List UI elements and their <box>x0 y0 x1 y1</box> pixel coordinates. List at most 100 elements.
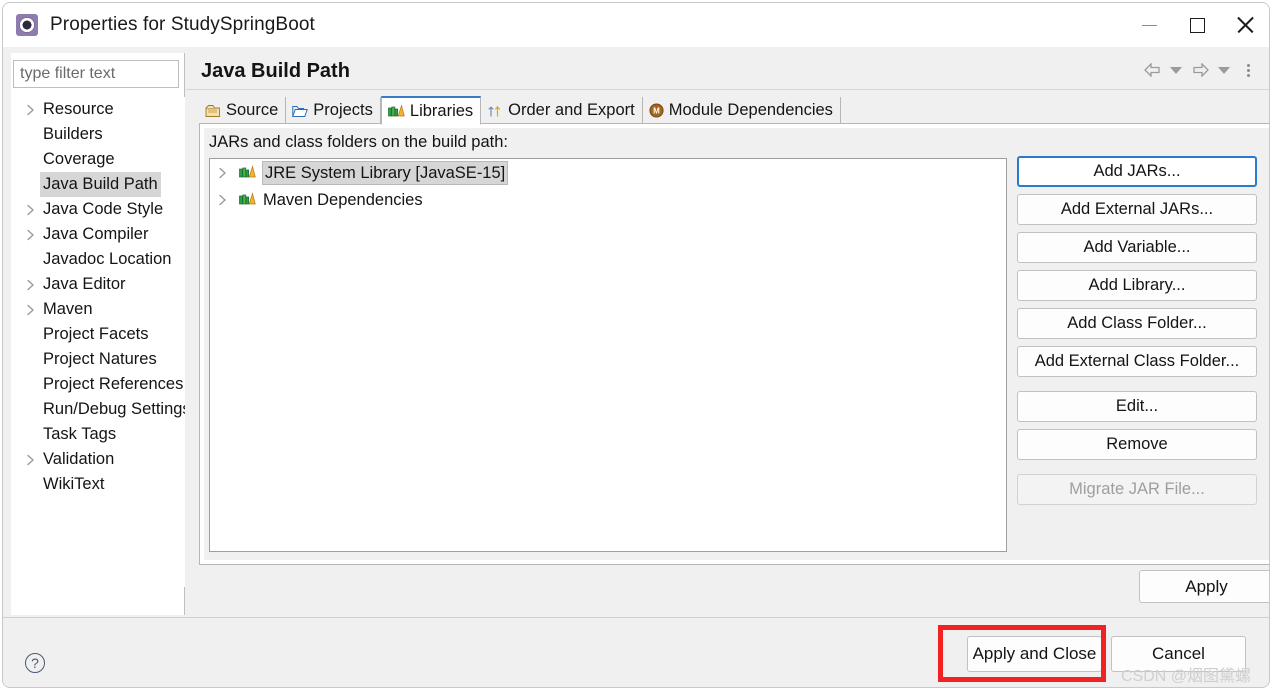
sidebar-item-label: Java Code Style <box>43 200 164 218</box>
sidebar-item-label: Run/Debug Settings <box>43 400 185 418</box>
tab-label: Module Dependencies <box>668 101 833 119</box>
add-library-button[interactable]: Add Library... <box>1017 270 1257 301</box>
jar-list-item-label: JRE System Library [JavaSE-15] <box>261 160 509 185</box>
add-jars-button[interactable]: Add JARs... <box>1017 156 1257 187</box>
sidebar-item-run-debug-settings[interactable]: Run/Debug Settings <box>11 397 185 422</box>
back-arrow-icon[interactable] <box>1141 58 1163 82</box>
filter-placeholder: type filter text <box>20 65 116 82</box>
edit-button[interactable]: Edit... <box>1017 391 1257 422</box>
tab-libraries[interactable]: Libraries <box>380 96 482 125</box>
add-external-jars-button[interactable]: Add External JARs... <box>1017 194 1257 225</box>
chevron-right-icon[interactable] <box>218 167 239 179</box>
jar-list-item[interactable]: Maven Dependencies <box>210 186 1006 213</box>
sidebar-item-java-code-style[interactable]: Java Code Style <box>11 197 185 222</box>
jar-list-item[interactable]: JRE System Library [JavaSE-15] <box>210 159 1006 186</box>
sidebar-item-label: Java Editor <box>43 275 126 293</box>
sidebar-item-java-build-path[interactable]: Java Build Path <box>11 172 185 197</box>
chevron-right-icon[interactable] <box>26 454 43 466</box>
sidebar-item-validation[interactable]: Validation <box>11 447 185 472</box>
more-menu-icon[interactable] <box>1237 58 1259 82</box>
tab-module-dependencies[interactable]: M Module Dependencies <box>642 97 841 124</box>
sidebar-item-label: Coverage <box>43 150 115 168</box>
sidebar-item-project-natures[interactable]: Project Natures <box>11 347 185 372</box>
gear-icon <box>16 14 38 36</box>
list-caption: JARs and class folders on the build path… <box>209 133 509 151</box>
settings-tree[interactable]: Resource Builders Coverage Java Build Path J… <box>11 97 185 587</box>
sidebar-item-label: Maven <box>43 300 93 318</box>
sidebar-item-maven[interactable]: Maven <box>11 297 185 322</box>
sidebar-item-java-editor[interactable]: Java Editor <box>11 272 185 297</box>
maximize-icon <box>1189 17 1205 33</box>
folder-icon <box>292 104 309 118</box>
order-arrows-icon <box>487 104 503 118</box>
minimize-button[interactable] <box>1125 3 1173 47</box>
close-button[interactable] <box>1221 3 1269 47</box>
sidebar-item-label: Javadoc Location <box>43 250 172 268</box>
filter-input[interactable]: type filter text <box>13 60 179 88</box>
chevron-right-icon[interactable] <box>26 229 43 241</box>
sidebar-item-label: Resource <box>43 100 114 118</box>
sidebar-item-label: Validation <box>43 450 115 468</box>
watermark: CSDN @烟图黛螺 <box>1121 668 1252 685</box>
tab-label: Libraries <box>409 101 474 120</box>
dialog-footer: ? Apply and Close Cancel <box>3 617 1269 687</box>
maximize-button[interactable] <box>1173 3 1221 47</box>
chevron-right-icon[interactable] <box>26 304 43 316</box>
tab-source[interactable]: Source <box>199 97 287 124</box>
add-variable-button[interactable]: Add Variable... <box>1017 232 1257 263</box>
sidebar-item-label: Project References <box>43 375 184 393</box>
sidebar-item-java-compiler[interactable]: Java Compiler <box>11 222 185 247</box>
title-divider <box>186 89 1269 90</box>
add-class-folder-button[interactable]: Add Class Folder... <box>1017 308 1257 339</box>
sidebar-item-label: WikiText <box>43 475 105 493</box>
books-icon <box>239 192 256 207</box>
sidebar-item-coverage[interactable]: Coverage <box>11 147 185 172</box>
jar-list-item-label: Maven Dependencies <box>263 190 423 209</box>
forward-arrow-icon[interactable] <box>1189 58 1211 82</box>
chevron-down-icon-forward[interactable] <box>1213 58 1235 82</box>
sidebar-item-label: Task Tags <box>43 425 117 443</box>
tab-projects[interactable]: Projects <box>286 97 381 124</box>
dialog-body: type filter text Resource Builders Coverag… <box>3 47 1269 651</box>
sidebar-item-label: Project Facets <box>43 325 149 343</box>
help-icon[interactable]: ? <box>25 653 45 673</box>
books-icon <box>388 103 405 119</box>
sidebar-item-javadoc-location[interactable]: Javadoc Location <box>11 247 185 272</box>
library-actions: Add JARs... Add External JARs... Add Varia… <box>1017 156 1263 512</box>
minimize-icon <box>1141 24 1157 26</box>
chevron-down-icon-back[interactable] <box>1165 58 1187 82</box>
chevron-right-icon[interactable] <box>26 204 43 216</box>
apply-button[interactable]: Apply <box>1139 570 1269 603</box>
sidebar-item-wikitext[interactable]: WikiText <box>11 472 185 497</box>
page-title: Java Build Path <box>201 60 350 82</box>
sidebar-item-label: Java Build Path <box>40 172 161 197</box>
close-icon <box>1236 16 1254 34</box>
tab-label: Projects <box>313 101 373 119</box>
sidebar-item-project-facets[interactable]: Project Facets <box>11 322 185 347</box>
apply-row: Apply <box>199 570 1269 608</box>
sidebar-item-label: Project Natures <box>43 350 157 368</box>
window-title: Properties for StudySpringBoot <box>50 14 315 35</box>
settings-page: Java Build Path Source Projects Librarie… <box>186 47 1269 617</box>
tab-label: Order and Export <box>508 101 635 119</box>
books-icon <box>239 165 256 180</box>
chevron-right-icon[interactable] <box>26 279 43 291</box>
page-toolbar <box>1141 57 1259 83</box>
sidebar-item-label: Builders <box>43 125 103 143</box>
migrate-jar-file-button: Migrate JAR File... <box>1017 474 1257 505</box>
remove-button[interactable]: Remove <box>1017 429 1257 460</box>
module-icon: M <box>649 103 664 118</box>
sidebar-item-task-tags[interactable]: Task Tags <box>11 422 185 447</box>
sidebar-item-resource[interactable]: Resource <box>11 97 185 122</box>
chevron-right-icon[interactable] <box>218 194 239 206</box>
chevron-right-icon[interactable] <box>26 104 43 116</box>
add-external-class-folder-button[interactable]: Add External Class Folder... <box>1017 346 1257 377</box>
tab-order-and-export[interactable]: Order and Export <box>481 97 643 124</box>
jar-list[interactable]: JRE System Library [JavaSE-15] Maven Depe… <box>209 158 1007 552</box>
sidebar-item-builders[interactable]: Builders <box>11 122 185 147</box>
sidebar-item-project-references[interactable]: Project References <box>11 372 185 397</box>
settings-sidebar: type filter text Resource Builders Coverag… <box>11 53 185 615</box>
libraries-tab-panel: JARs and class folders on the build path… <box>199 124 1269 565</box>
apply-and-close-button[interactable]: Apply and Close <box>967 636 1102 672</box>
tab-label: Source <box>226 101 279 119</box>
